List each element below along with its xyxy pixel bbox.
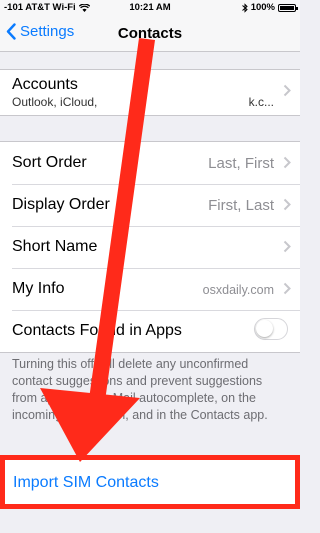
sort-order-label: Sort Order <box>12 154 87 171</box>
chevron-right-icon <box>283 282 291 295</box>
my-info-value: osxdaily.com <box>202 283 274 297</box>
display-order-value: First, Last <box>208 197 274 214</box>
contacts-found-in-apps-toggle[interactable] <box>254 318 288 340</box>
settings-group: Sort Order Last, First Display Order Fir… <box>0 141 300 353</box>
accounts-label: Accounts <box>12 76 78 93</box>
contacts-found-in-apps-label: Contacts Found in Apps <box>12 322 182 339</box>
accounts-subtitle-end: k.c... <box>248 95 274 109</box>
short-name-cell[interactable]: Short Name <box>0 226 300 268</box>
display-order-label: Display Order <box>12 196 110 213</box>
bluetooth-icon <box>241 2 248 13</box>
display-order-cell[interactable]: Display Order First, Last <box>0 184 300 226</box>
chevron-right-icon <box>283 156 291 169</box>
battery-percent: 100% <box>250 2 275 13</box>
my-info-cell[interactable]: My Info osxdaily.com <box>0 268 300 310</box>
sort-order-value: Last, First <box>208 155 274 172</box>
page-title: Contacts <box>117 25 183 42</box>
chevron-right-icon <box>283 198 291 211</box>
toggle-knob <box>256 320 273 337</box>
import-sim-contacts-cell[interactable]: Import SIM Contacts <box>0 455 300 509</box>
navigation-bar: Settings Contacts <box>0 16 300 52</box>
footer-note: Turning this off will delete any unconfi… <box>12 357 268 422</box>
status-bar: -101 AT&T Wi-Fi 10:21 AM 100% <box>0 0 300 16</box>
contacts-found-in-apps-cell: Contacts Found in Apps <box>0 310 300 352</box>
import-sim-contacts-label: Import SIM Contacts <box>13 474 159 491</box>
accounts-group: Accounts Outlook, iCloud, k.c... <box>0 69 300 116</box>
accounts-subtitle: Outlook, iCloud, <box>12 95 98 109</box>
accounts-cell[interactable]: Accounts Outlook, iCloud, k.c... <box>0 70 300 115</box>
chevron-right-icon <box>283 240 291 253</box>
short-name-label: Short Name <box>12 238 98 255</box>
sort-order-cell[interactable]: Sort Order Last, First <box>0 142 300 184</box>
my-info-label: My Info <box>12 280 65 297</box>
status-right: 100% <box>241 2 298 13</box>
chevron-right-icon <box>283 84 291 97</box>
battery-icon <box>278 3 298 12</box>
